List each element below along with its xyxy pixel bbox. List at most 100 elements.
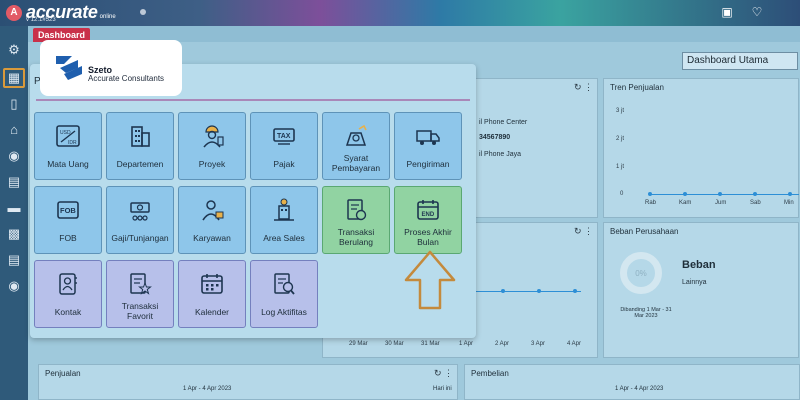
menu-item-departemen[interactable]: Departemen bbox=[106, 112, 174, 180]
szeto-logo-icon bbox=[56, 56, 82, 80]
sales-range[interactable]: 1 Apr - 4 Apr 2023 bbox=[183, 386, 231, 392]
calendar-end-icon: END bbox=[415, 197, 441, 223]
menu-item-log-aktifitas[interactable]: Log Aktifitas bbox=[250, 260, 318, 328]
company-line-2: 34567890 bbox=[479, 134, 511, 141]
engineer-icon bbox=[199, 123, 225, 149]
menu-item-transaksi-berulang[interactable]: Transaksi Berulang bbox=[322, 186, 390, 254]
cart-icon[interactable]: ▤ bbox=[3, 172, 25, 192]
menu-item-area-sales[interactable]: Area Sales bbox=[250, 186, 318, 254]
menu-item-label: FOB bbox=[59, 233, 77, 243]
refresh-icon[interactable]: ↻ ⋮ bbox=[574, 82, 593, 93]
menu-item-label: Proyek bbox=[198, 159, 226, 169]
purchase-range[interactable]: 1 Apr - 4 Apr 2023 bbox=[615, 386, 663, 392]
menu-item-label: Area Sales bbox=[263, 233, 305, 243]
trend-ytick: 0 bbox=[620, 191, 624, 197]
menu-item-label: Gaji/Tunjangan bbox=[111, 233, 169, 243]
delivery-truck-icon bbox=[415, 123, 441, 149]
company-line-1: il Phone Center bbox=[479, 119, 528, 126]
expense-legend: Lainnya bbox=[682, 279, 707, 286]
building-icon[interactable]: ▦ bbox=[3, 68, 25, 88]
report-icon[interactable]: ◉ bbox=[3, 276, 25, 296]
sales-title: Penjualan bbox=[45, 369, 81, 378]
menu-item-label: Kalender bbox=[194, 307, 230, 317]
bank-icon[interactable]: ⌂ bbox=[3, 120, 25, 140]
truck-icon[interactable]: ▬ bbox=[3, 198, 25, 218]
trend-point bbox=[753, 192, 757, 196]
svg-text:IDR: IDR bbox=[68, 140, 77, 146]
menu-item-label: Mata Uang bbox=[47, 159, 89, 169]
menu-item-label: Transaksi Favorit bbox=[121, 301, 159, 321]
employee-icon bbox=[199, 197, 225, 223]
trend-point bbox=[788, 192, 792, 196]
refresh-icon[interactable]: ↻ ⋮ bbox=[434, 368, 453, 379]
menu-item-syarat-pembayaran[interactable]: Syarat Pembayaran bbox=[322, 112, 390, 180]
sales-area-icon bbox=[271, 197, 297, 223]
bell-icon[interactable]: ♡ bbox=[750, 5, 764, 19]
expense-heading: Beban bbox=[682, 259, 716, 271]
accurate-logo-icon: A bbox=[6, 4, 22, 21]
bag-icon[interactable]: ◉ bbox=[3, 146, 25, 166]
receipt-icon[interactable]: ▤ bbox=[3, 250, 25, 270]
daily-point bbox=[537, 289, 541, 293]
menu-item-pajak[interactable]: TAX Pajak bbox=[250, 112, 318, 180]
sales-period: Hari ini bbox=[433, 386, 452, 392]
daily-xtick: 4 Apr bbox=[567, 341, 582, 347]
purchase-panel: Pembelian 1 Apr - 4 Apr 2023 bbox=[464, 364, 800, 400]
highlight-arrow-icon bbox=[404, 250, 456, 310]
currency-icon: USD IDR bbox=[55, 123, 81, 149]
recurring-transaction-icon bbox=[343, 197, 369, 223]
tax-icon: TAX bbox=[271, 123, 297, 149]
daily-xtick: 31 Mar bbox=[421, 341, 440, 347]
contact-icon bbox=[55, 271, 81, 297]
menu-item-pengiriman[interactable]: Pengiriman bbox=[394, 112, 462, 180]
app-logo[interactable]: A accurate online bbox=[6, 2, 116, 23]
brand-sub: online bbox=[99, 13, 116, 20]
menu-item-label: Syarat Pembayaran bbox=[331, 153, 381, 173]
daily-point bbox=[573, 289, 577, 293]
trend-ytick: 2 jt bbox=[616, 136, 625, 142]
left-sidebar: ⚙ ▦ ▯ ⌂ ◉ ▤ ▬ ▩ ▤ ◉ bbox=[0, 26, 28, 400]
daily-xtick: 1 Apr bbox=[459, 341, 474, 347]
trend-xtick: Rab bbox=[645, 200, 657, 206]
trend-xtick: Sab bbox=[750, 200, 761, 206]
menu-item-kalender[interactable]: Kalender bbox=[178, 260, 246, 328]
expense-compare: Dibanding 1 Mar - 31 Mar 2023 bbox=[620, 307, 672, 319]
svg-text:TAX: TAX bbox=[277, 133, 291, 140]
refresh-icon[interactable]: ↻ ⋮ bbox=[574, 226, 593, 237]
trend-xtick: Min bbox=[784, 200, 794, 206]
szeto-logo-card: Szeto Accurate Consultants bbox=[40, 40, 182, 96]
menu-item-label: Kontak bbox=[54, 307, 82, 317]
menu-divider bbox=[36, 99, 470, 101]
trend-ytick: 3 jt bbox=[616, 108, 625, 114]
menu-item-proyek[interactable]: Proyek bbox=[178, 112, 246, 180]
gear-icon[interactable]: ⚙ bbox=[3, 40, 25, 60]
menu-item-kontak[interactable]: Kontak bbox=[34, 260, 102, 328]
factory-icon[interactable]: ▩ bbox=[3, 224, 25, 244]
daily-xtick: 3 Apr bbox=[531, 341, 546, 347]
user-icon[interactable]: ▣ bbox=[720, 5, 734, 19]
daily-xtick: 2 Apr bbox=[495, 341, 510, 347]
menu-item-label: Pajak bbox=[273, 159, 295, 169]
menu-item-proses-akhir-bulan[interactable]: END Proses Akhir Bulan bbox=[394, 186, 462, 254]
donut-label: 0% bbox=[635, 268, 647, 278]
sales-trend-panel: Tren Penjualan 3 jt 2 jt 1 jt 0 Rab Kam … bbox=[603, 78, 799, 218]
company-line-3: il Phone Jaya bbox=[479, 151, 522, 158]
menu-item-label: Transaksi Berulang bbox=[337, 227, 375, 247]
menu-item-karyawan[interactable]: Karyawan bbox=[178, 186, 246, 254]
purchase-title: Pembelian bbox=[471, 369, 509, 378]
calendar-icon bbox=[199, 271, 225, 297]
menu-item-label: Pengiriman bbox=[406, 159, 450, 169]
menu-item-mata-uang[interactable]: USD IDR Mata Uang bbox=[34, 112, 102, 180]
building-icon bbox=[127, 123, 153, 149]
trend-ytick: 1 jt bbox=[616, 164, 625, 170]
favorite-transaction-icon bbox=[127, 271, 153, 297]
dashboard-select[interactable]: Dashboard Utama bbox=[682, 52, 798, 70]
menu-item-fob[interactable]: FOB FOB bbox=[34, 186, 102, 254]
phone-icon[interactable]: ▯ bbox=[3, 94, 25, 114]
trend-xtick: Kam bbox=[679, 200, 692, 206]
menu-item-gaji-tunjangan[interactable]: Gaji/Tunjangan bbox=[106, 186, 174, 254]
salary-icon bbox=[127, 197, 153, 223]
menu-item-transaksi-favorit[interactable]: Transaksi Favorit bbox=[106, 260, 174, 328]
sales-panel: Penjualan ↻ ⋮ 1 Apr - 4 Apr 2023 Hari in… bbox=[38, 364, 458, 400]
daily-xtick: 29 Mar bbox=[349, 341, 368, 347]
